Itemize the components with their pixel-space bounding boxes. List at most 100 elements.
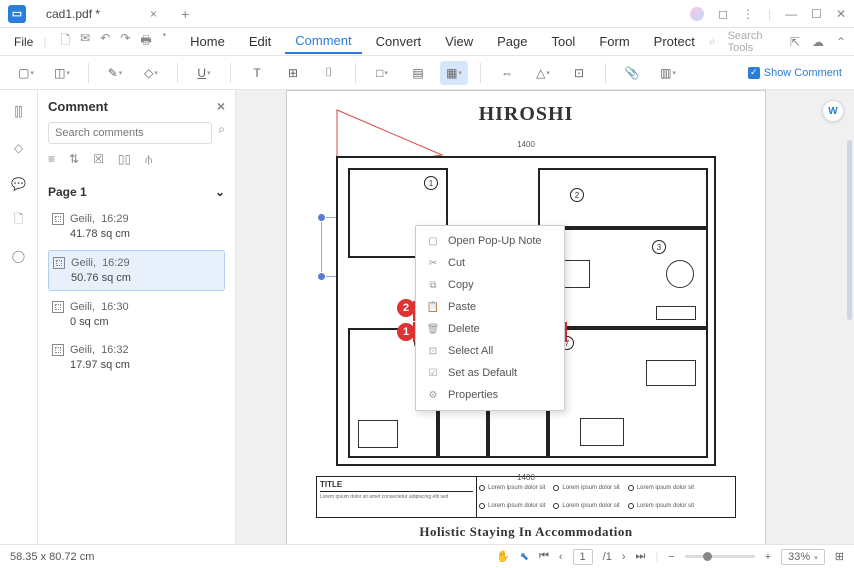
fit-page-icon[interactable]: ⊞ xyxy=(835,550,844,563)
first-page-icon[interactable]: ⏮ xyxy=(539,550,549,563)
ctx-paste[interactable]: 📋Paste xyxy=(416,296,564,318)
stamp-tool[interactable]: ◫▾ xyxy=(48,61,76,85)
notification-icon[interactable]: ◻ xyxy=(718,7,728,21)
vertical-scrollbar[interactable] xyxy=(847,140,852,320)
close-window-icon[interactable]: ✕ xyxy=(836,7,846,21)
document-canvas[interactable]: W HIROSHI 1400 1400 1 2 3 xyxy=(236,90,854,544)
more-tool[interactable]: ▥▾ xyxy=(654,61,682,85)
perimeter-tool[interactable]: △▾ xyxy=(529,61,557,85)
select-tool-icon[interactable]: ⬉ xyxy=(520,550,529,563)
pencil-tool[interactable]: ✎▾ xyxy=(101,61,129,85)
text-tool[interactable]: T xyxy=(243,61,271,85)
print-caret-icon[interactable]: ▾ xyxy=(163,31,167,52)
comment-item[interactable]: Geili,16:32 17.97 sq cm xyxy=(48,338,225,377)
thumbnails-icon[interactable]: ⫿⫿ xyxy=(9,102,29,122)
expand-icon[interactable]: ≡ xyxy=(48,152,55,167)
search-panel-icon[interactable]: ◯ xyxy=(9,246,29,266)
cloud-icon[interactable]: ☁ xyxy=(812,35,824,49)
save-icon[interactable]: 🗋 xyxy=(60,31,70,52)
textbox-tool[interactable]: ⊞ xyxy=(279,61,307,85)
kebab-icon[interactable]: ⋮ xyxy=(742,7,754,21)
last-page-icon[interactable]: ⏭ xyxy=(636,550,646,563)
menu-file[interactable]: File xyxy=(8,31,39,53)
redo-icon[interactable]: ↷ xyxy=(120,31,130,52)
zoom-slider[interactable] xyxy=(685,555,755,558)
menu-edit[interactable]: Edit xyxy=(239,30,281,53)
menu-tool[interactable]: Tool xyxy=(541,30,585,53)
menu-view[interactable]: View xyxy=(435,30,483,53)
page-label: Page 1 xyxy=(48,185,87,199)
share-icon[interactable]: ⇱ xyxy=(790,35,800,49)
maximize-icon[interactable]: ☐ xyxy=(811,7,822,21)
print-icon[interactable]: 🖶 xyxy=(140,31,151,52)
ctx-open-popup[interactable]: ▢Open Pop-Up Note xyxy=(416,230,564,252)
mail-icon[interactable]: ✉ xyxy=(80,31,90,52)
comments-icon[interactable]: 💬 xyxy=(9,174,29,194)
panel-close-icon[interactable]: × xyxy=(217,98,225,114)
close-tab-icon[interactable]: × xyxy=(150,7,157,21)
area-icon xyxy=(52,213,64,225)
document-tab[interactable]: cad1.pdf * × xyxy=(36,7,167,21)
list-icon[interactable]: ▯▯ xyxy=(118,152,131,167)
area-tool[interactable]: ▦▾ xyxy=(440,61,468,85)
zoom-out-icon[interactable]: − xyxy=(668,551,674,563)
sidebar-rail: ⫿⫿ ◇ 💬 🗋 ◯ xyxy=(0,90,38,544)
bookmarks-icon[interactable]: ◇ xyxy=(9,138,29,158)
comment-value: 50.76 sq cm xyxy=(71,272,220,284)
checklist-icon[interactable]: ☒ xyxy=(93,152,104,167)
underline-tool[interactable]: U▾ xyxy=(190,61,218,85)
overflow-icon[interactable]: ⌃ xyxy=(836,35,846,49)
ctx-select-all[interactable]: ⊡Select All xyxy=(416,340,564,362)
show-comment-toggle[interactable]: ✓ Show Comment xyxy=(748,67,842,79)
profile-icon[interactable] xyxy=(690,7,704,21)
callout-tool[interactable]: ⌷ xyxy=(315,61,343,85)
resize-handle[interactable] xyxy=(317,272,326,281)
comment-item-selected[interactable]: Geili,16:29 50.76 sq cm xyxy=(48,250,225,291)
trash-icon: 🗑 xyxy=(426,322,440,336)
search-tools-icon[interactable]: ⌕ xyxy=(709,34,716,49)
ctx-delete[interactable]: 🗑Delete xyxy=(416,318,564,340)
menu-form[interactable]: Form xyxy=(589,30,639,53)
menu-protect[interactable]: Protect xyxy=(644,30,705,53)
comment-toolbar: ▢▾ ◫▾ ✎▾ ◇▾ U▾ T ⊞ ⌷ □▾ ▤ ▦▾ ⇔ △▾ ⊡ 📎 ▥▾… xyxy=(0,56,854,90)
attach-tool[interactable]: 📎 xyxy=(618,61,646,85)
menu-home[interactable]: Home xyxy=(180,30,235,53)
prev-page-icon[interactable]: ‹ xyxy=(559,551,563,563)
add-tab-icon[interactable]: + xyxy=(181,6,189,22)
comment-item[interactable]: Geili,16:29 41.78 sq cm xyxy=(48,207,225,246)
area-icon xyxy=(52,301,64,313)
page-section-header[interactable]: Page 1 ⌄ xyxy=(48,185,225,199)
menu-convert[interactable]: Convert xyxy=(366,30,432,53)
zoom-level[interactable]: 33% ▾ xyxy=(781,549,825,565)
menubar: File | 🗋 ✉ ↶ ↷ 🖶 ▾ Home Edit Comment Con… xyxy=(0,28,854,56)
hand-tool-icon[interactable]: ✋ xyxy=(496,550,510,563)
search-icon[interactable]: ⌕ xyxy=(218,122,225,144)
ctx-copy[interactable]: ⧉Copy xyxy=(416,274,564,296)
dimension-label: 1400 xyxy=(517,140,535,149)
attachments-icon[interactable]: 🗋 xyxy=(9,210,29,230)
comment-item[interactable]: Geili,16:30 0 sq cm xyxy=(48,295,225,334)
ctx-properties[interactable]: ⚙Properties xyxy=(416,384,564,406)
eraser-tool[interactable]: ◇▾ xyxy=(137,61,165,85)
ctx-set-default[interactable]: ☑Set as Default xyxy=(416,362,564,384)
word-export-icon[interactable]: W xyxy=(822,100,844,122)
zoom-in-icon[interactable]: + xyxy=(765,551,771,563)
statusbar: 58.35 x 80.72 cm ✋ ⬉ ⏮ ‹ 1 /1 › ⏭ | − + … xyxy=(0,544,854,568)
rect-tool[interactable]: □▾ xyxy=(368,61,396,85)
search-comments-input[interactable] xyxy=(48,122,212,144)
resize-handle[interactable] xyxy=(317,213,326,222)
note-tool[interactable]: ▢▾ xyxy=(12,61,40,85)
distance-tool[interactable]: ⇔ xyxy=(493,61,521,85)
ctx-cut[interactable]: ✂Cut xyxy=(416,252,564,274)
search-tools-placeholder[interactable]: Search Tools xyxy=(728,30,778,54)
next-page-icon[interactable]: › xyxy=(622,551,626,563)
scale-tool[interactable]: ⊡ xyxy=(565,61,593,85)
undo-icon[interactable]: ↶ xyxy=(100,31,110,52)
minimize-icon[interactable]: — xyxy=(785,7,797,21)
page-number-input[interactable]: 1 xyxy=(573,549,593,565)
menu-page[interactable]: Page xyxy=(487,30,537,53)
sort-icon[interactable]: ⇅ xyxy=(69,152,79,167)
comment-bubble-tool[interactable]: ▤ xyxy=(404,61,432,85)
menu-comment[interactable]: Comment xyxy=(285,29,361,54)
filter-icon[interactable]: ⫛ xyxy=(145,152,152,167)
